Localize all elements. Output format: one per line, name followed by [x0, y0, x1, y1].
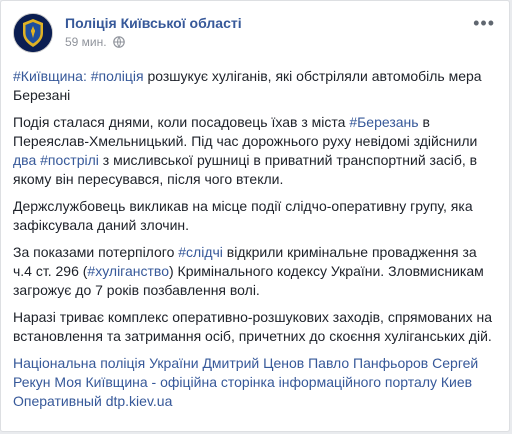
- post-header: Поліція Київської області 59 мин. •••: [13, 13, 497, 57]
- post-paragraph: Держслужбовець викликав на місце події с…: [13, 198, 473, 233]
- post-meta: 59 мин.: [65, 35, 125, 51]
- post-paragraph: Подія сталася днями, коли посадовець їха…: [13, 113, 495, 189]
- post-paragraph: За показами потерпілого #слідчі відкрили…: [13, 243, 495, 300]
- more-options-button[interactable]: •••: [473, 13, 495, 34]
- hashtag-link[interactable]: #поліція: [91, 68, 144, 84]
- post-card: Поліція Київської області 59 мин. ••• #К…: [0, 0, 510, 432]
- police-badge-icon: [14, 14, 52, 52]
- page-avatar[interactable]: [13, 13, 53, 53]
- mention-link[interactable]: dtp.kiev.ua: [106, 393, 173, 409]
- hashtag-link[interactable]: два: [13, 152, 36, 168]
- hashtag-link[interactable]: #пострілі: [40, 152, 99, 168]
- post-text: За показами потерпілого: [13, 244, 179, 260]
- post-mentions: Національна поліція України Дмитрий Цено…: [13, 354, 495, 411]
- post-time[interactable]: 59 мин.: [65, 35, 107, 49]
- mention-link[interactable]: Національна поліція України: [13, 355, 199, 371]
- mention-link[interactable]: Дмитрий Ценов: [202, 355, 304, 371]
- post-text: Подія сталася днями, коли посадовець їха…: [13, 114, 350, 130]
- mention-link[interactable]: Моя Київщина - офіційна сторінка інформа…: [13, 374, 472, 409]
- post-paragraph: Наразі триває комплекс оперативно-розшук…: [13, 309, 493, 344]
- hashtag-link[interactable]: #хуліганство: [87, 263, 169, 279]
- post-body: #Київщина: #поліція розшукує хуліганів, …: [13, 67, 495, 419]
- post-title: #Київщина: #поліція розшукує хуліганів, …: [13, 67, 495, 105]
- globe-icon[interactable]: [113, 36, 125, 51]
- mention-link[interactable]: Павло Панфьоров: [308, 355, 428, 371]
- hashtag-link[interactable]: #Київщина:: [13, 68, 87, 84]
- page-name-link[interactable]: Поліція Київської області: [65, 15, 242, 31]
- more-options-icon: •••: [473, 13, 495, 33]
- hashtag-link[interactable]: #слідчі: [178, 244, 223, 260]
- hashtag-link[interactable]: #Березань: [349, 114, 418, 130]
